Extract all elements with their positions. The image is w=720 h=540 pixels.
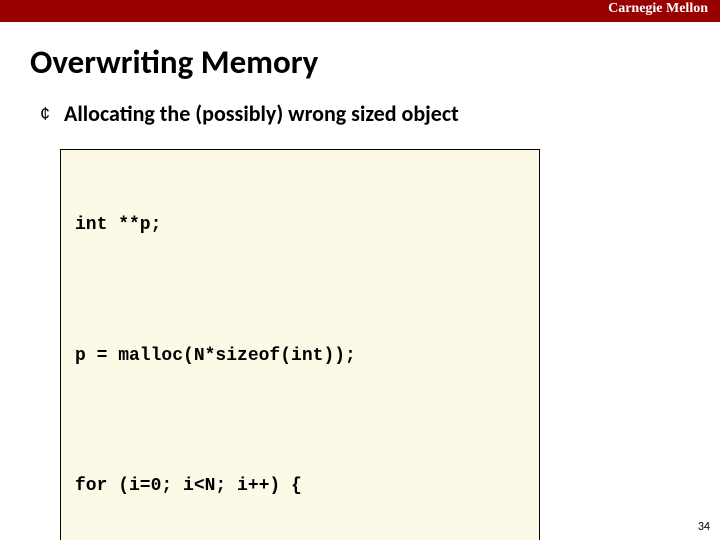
bullet-marker-icon: ¢ bbox=[40, 105, 50, 123]
code-line: for (i=0; i<N; i++) { bbox=[75, 473, 525, 499]
code-line: p = malloc(N*sizeof(int)); bbox=[75, 343, 525, 369]
brand-label: Carnegie Mellon bbox=[608, 1, 708, 17]
top-bar: Carnegie Mellon bbox=[0, 0, 720, 22]
slide-title: Overwriting Memory bbox=[30, 42, 720, 82]
code-block: int **p; p = malloc(N*sizeof(int)); for … bbox=[60, 149, 540, 540]
page-number: 34 bbox=[698, 520, 710, 534]
slide: Carnegie Mellon Overwriting Memory ¢ All… bbox=[0, 0, 720, 540]
bullet-text: Allocating the (possibly) wrong sized ob… bbox=[64, 100, 459, 127]
bullet-item: ¢ Allocating the (possibly) wrong sized … bbox=[40, 100, 720, 127]
code-line: int **p; bbox=[75, 212, 525, 238]
